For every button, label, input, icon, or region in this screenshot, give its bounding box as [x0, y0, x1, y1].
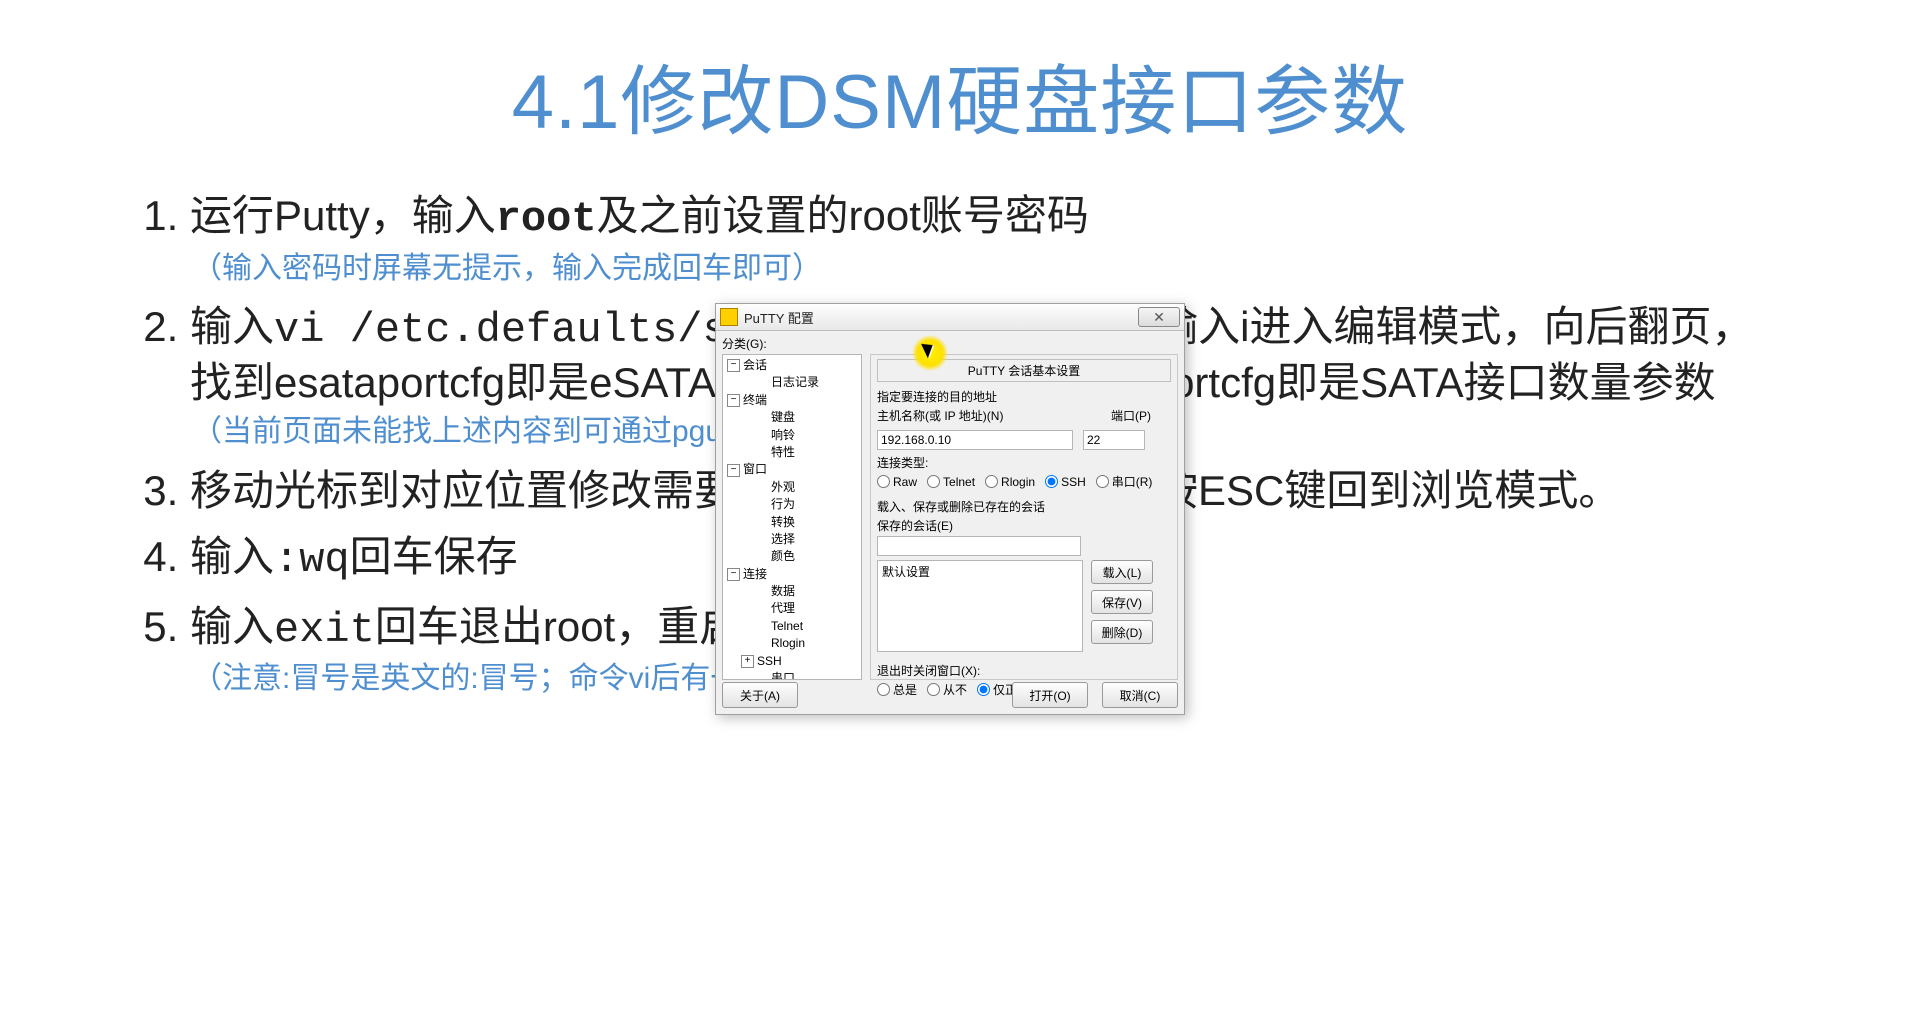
- putty-titlebar[interactable]: PuTTY 配置 ✕: [716, 304, 1184, 331]
- radio-serial[interactable]: 串口(R): [1096, 473, 1153, 490]
- host-input[interactable]: [877, 430, 1073, 450]
- tree-item-label: 窗口: [743, 462, 767, 476]
- conn-type-label: 连接类型:: [877, 454, 1171, 471]
- slide: 4.1修改DSM硬盘接口参数 运行Putty，输入root及之前设置的root账…: [0, 0, 1920, 1032]
- host-label: 主机名称(或 IP 地址)(N): [877, 407, 1101, 424]
- bottom-bar: 关于(A) 打开(O) 取消(C): [722, 682, 1178, 708]
- putty-client: 分类(G): −会话日志记录−终端键盘响铃特性−窗口外观行为转换选择颜色−连接数…: [716, 331, 1184, 714]
- tree-item-label: Telnet: [771, 619, 803, 633]
- tree-item-label: Rlogin: [771, 636, 805, 650]
- tree-item[interactable]: 日志记录: [723, 374, 861, 391]
- instruction-sub: （输入密码时屏幕无提示，输入完成回车即可）: [192, 250, 1790, 288]
- tree-item-label: 串口: [771, 671, 795, 680]
- putty-icon: [720, 308, 738, 326]
- tree-item-label: 日志记录: [771, 375, 819, 389]
- tree-item-label: 键盘: [771, 410, 795, 424]
- tree-item-label: 选择: [771, 532, 795, 546]
- tree-item-label: 数据: [771, 584, 795, 598]
- expand-icon[interactable]: +: [741, 655, 754, 668]
- session-panel: PuTTY 会话基本设置 指定要连接的目的地址 主机名称(或 IP 地址)(N)…: [870, 354, 1178, 680]
- panel-title: PuTTY 会话基本设置: [877, 359, 1171, 382]
- collapse-icon[interactable]: −: [727, 394, 740, 407]
- tree-item[interactable]: 代理: [723, 600, 861, 617]
- tree-item-label: 行为: [771, 497, 795, 511]
- open-button[interactable]: 打开(O): [1012, 682, 1088, 708]
- tree-item[interactable]: 选择: [723, 531, 861, 548]
- sessions-label: 载入、保存或删除已存在的会话: [877, 498, 1171, 515]
- port-input[interactable]: [1083, 430, 1145, 450]
- instruction-item: 运行Putty，输入root及之前设置的root账号密码 （输入密码时屏幕无提示，…: [190, 190, 1790, 287]
- radio-ssh[interactable]: SSH: [1045, 473, 1086, 490]
- delete-button[interactable]: 删除(D): [1091, 620, 1153, 644]
- list-item[interactable]: 默认设置: [882, 563, 1078, 580]
- save-button[interactable]: 保存(V): [1091, 590, 1153, 614]
- slide-title: 4.1修改DSM硬盘接口参数: [0, 40, 1920, 150]
- radio-rlogin[interactable]: Rlogin: [985, 473, 1035, 490]
- tree-item[interactable]: −终端: [723, 392, 861, 409]
- load-button[interactable]: 载入(L): [1091, 560, 1153, 584]
- tree-item-label: 外观: [771, 480, 795, 494]
- category-tree[interactable]: −会话日志记录−终端键盘响铃特性−窗口外观行为转换选择颜色−连接数据代理Teln…: [722, 354, 862, 680]
- exit-label: 退出时关闭窗口(X):: [877, 662, 1171, 679]
- tree-item-label: 颜色: [771, 549, 795, 563]
- tree-item-label: SSH: [757, 654, 782, 668]
- tree-item[interactable]: 响铃: [723, 427, 861, 444]
- about-button[interactable]: 关于(A): [722, 682, 798, 708]
- collapse-icon[interactable]: −: [727, 464, 740, 477]
- category-label: 分类(G):: [722, 335, 1178, 352]
- tree-item[interactable]: Telnet: [723, 618, 861, 635]
- tree-item[interactable]: 数据: [723, 583, 861, 600]
- tree-item[interactable]: 串口: [723, 670, 861, 680]
- tree-item[interactable]: +SSH: [723, 653, 861, 670]
- tree-item-label: 终端: [743, 393, 767, 407]
- close-icon[interactable]: ✕: [1138, 307, 1180, 327]
- tree-item[interactable]: −会话: [723, 357, 861, 374]
- conn-type-radios: Raw Telnet Rlogin SSH 串口(R): [877, 473, 1171, 490]
- tree-item[interactable]: Rlogin: [723, 635, 861, 652]
- collapse-icon[interactable]: −: [727, 568, 740, 581]
- instruction-main: 输入:wq回车保存: [190, 533, 518, 580]
- dest-label: 指定要连接的目的地址: [877, 388, 1171, 405]
- putty-title: PuTTY 配置: [744, 308, 1138, 327]
- tree-item[interactable]: 外观: [723, 479, 861, 496]
- tree-item-label: 连接: [743, 567, 767, 581]
- tree-item-label: 代理: [771, 601, 795, 615]
- tree-item[interactable]: 键盘: [723, 409, 861, 426]
- port-label: 端口(P): [1111, 407, 1171, 424]
- cancel-button[interactable]: 取消(C): [1102, 682, 1178, 708]
- tree-item[interactable]: 转换: [723, 514, 861, 531]
- tree-item-label: 响铃: [771, 428, 795, 442]
- instruction-main: 运行Putty，输入root及之前设置的root账号密码: [190, 192, 1089, 239]
- saved-session-input[interactable]: [877, 536, 1081, 556]
- tree-item[interactable]: 特性: [723, 444, 861, 461]
- tree-item[interactable]: 颜色: [723, 548, 861, 565]
- radio-telnet[interactable]: Telnet: [927, 473, 975, 490]
- collapse-icon[interactable]: −: [727, 359, 740, 372]
- radio-raw[interactable]: Raw: [877, 473, 917, 490]
- tree-item-label: 会话: [743, 358, 767, 372]
- saved-label: 保存的会话(E): [877, 517, 1171, 534]
- saved-sessions-list[interactable]: 默认设置: [877, 560, 1083, 652]
- tree-item-label: 特性: [771, 445, 795, 459]
- tree-item-label: 转换: [771, 515, 795, 529]
- putty-window[interactable]: PuTTY 配置 ✕ 分类(G): −会话日志记录−终端键盘响铃特性−窗口外观行…: [715, 303, 1185, 715]
- tree-item[interactable]: −窗口: [723, 461, 861, 478]
- tree-item[interactable]: −连接: [723, 566, 861, 583]
- tree-item[interactable]: 行为: [723, 496, 861, 513]
